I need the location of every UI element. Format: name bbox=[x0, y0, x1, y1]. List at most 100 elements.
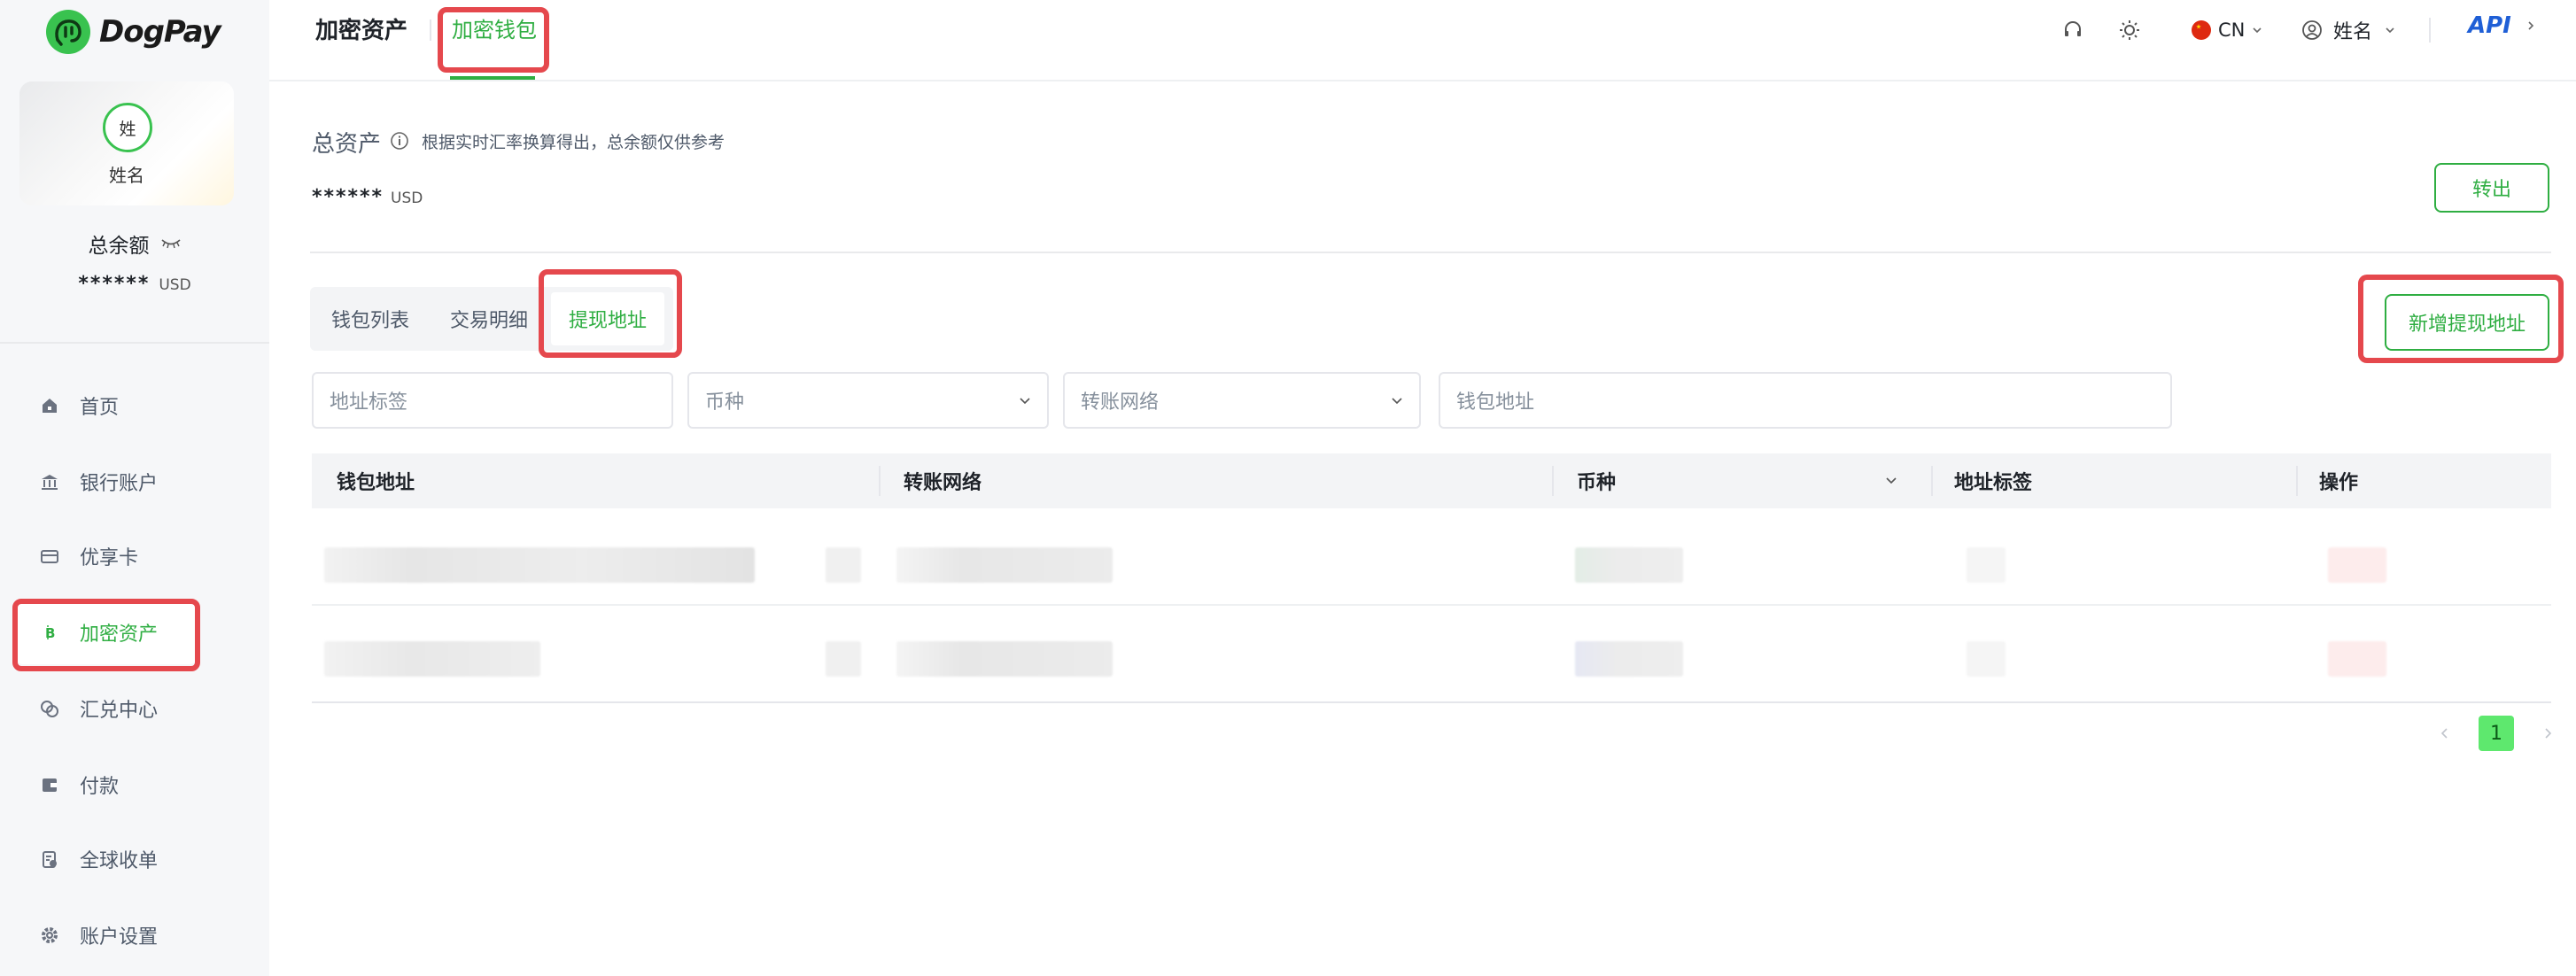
total-assets-value: ****** USD bbox=[312, 186, 423, 208]
sidebar-divider bbox=[0, 342, 269, 344]
sun-icon[interactable] bbox=[2117, 18, 2142, 43]
svg-text:B: B bbox=[45, 625, 55, 641]
headset-icon[interactable] bbox=[2060, 18, 2085, 43]
chevron-down-icon bbox=[2386, 27, 2394, 34]
sidebar-item-crypto-assets[interactable]: B 加密资产 bbox=[16, 600, 197, 664]
balance-label: 总余额 bbox=[88, 235, 150, 258]
coin-placeholder: 币种 bbox=[705, 391, 745, 414]
chevron-right-icon bbox=[2528, 21, 2533, 30]
sidebar-item-label: 账户设置 bbox=[80, 926, 159, 949]
info-icon[interactable] bbox=[390, 131, 409, 151]
sidebar-item-label: 银行账户 bbox=[80, 473, 159, 495]
language-code: CN bbox=[2218, 19, 2246, 41]
copy-icon[interactable] bbox=[826, 547, 861, 583]
redacted-address-label bbox=[1967, 641, 2006, 677]
tab-withdraw-addresses[interactable]: 提现地址 bbox=[551, 292, 665, 345]
balance-value: ****** USD bbox=[0, 273, 269, 295]
sidebar-item-label: 首页 bbox=[80, 397, 120, 419]
redacted-wallet-address bbox=[324, 547, 755, 583]
redacted-wallet-address bbox=[324, 641, 540, 677]
tab-transactions[interactable]: 交易明细 bbox=[432, 292, 546, 345]
receipt-icon bbox=[39, 848, 60, 870]
col-coin[interactable]: 币种 bbox=[1577, 453, 1616, 508]
col-separator bbox=[2296, 466, 2298, 496]
main-content: 总资产 根据实时汇率换算得出，总余额仅供参考 ****** USD 转出 钱包列… bbox=[269, 81, 2576, 976]
wallet-address-input[interactable]: 钱包地址 bbox=[1439, 372, 2172, 429]
brand-logo[interactable]: DogPay bbox=[46, 7, 221, 57]
dog-logo-icon bbox=[46, 10, 90, 54]
col-separator bbox=[1931, 466, 1933, 496]
add-withdraw-address-button[interactable]: 新增提现地址 bbox=[2385, 294, 2549, 351]
copy-icon[interactable] bbox=[826, 641, 861, 677]
network-select[interactable]: 转账网络 bbox=[1063, 372, 1421, 429]
total-assets-label: 总资产 bbox=[312, 131, 382, 158]
china-flag-icon bbox=[2192, 20, 2211, 40]
user-name: 姓名 bbox=[2333, 21, 2373, 43]
prev-page-icon[interactable] bbox=[2427, 716, 2463, 751]
avatar[interactable]: 姓 bbox=[103, 103, 152, 152]
sidebar-item-payment[interactable]: 付款 bbox=[16, 753, 197, 817]
network-placeholder: 转账网络 bbox=[1081, 391, 1160, 414]
profile-name: 姓名 bbox=[109, 165, 144, 186]
sidebar-item-global-acquiring[interactable]: 全球收单 bbox=[16, 827, 197, 891]
nav-crypto-wallet[interactable]: 加密钱包 bbox=[452, 12, 537, 43]
wallet-address-placeholder: 钱包地址 bbox=[1456, 391, 1535, 414]
withdraw-address-table: 钱包地址 转账网络 币种 地址标签 操作 bbox=[312, 453, 2551, 703]
redacted-coin bbox=[1575, 641, 1683, 677]
language-selector[interactable]: CN bbox=[2192, 18, 2262, 43]
wallet-tabs: 钱包列表 交易明细 提现地址 bbox=[310, 287, 674, 351]
wallet-icon bbox=[39, 774, 60, 795]
profile-card[interactable]: 姓 姓名 bbox=[19, 81, 234, 205]
sidebar-item-home[interactable]: 首页 bbox=[16, 374, 197, 438]
table-row bbox=[312, 508, 2551, 606]
topbar-divider bbox=[2429, 18, 2431, 43]
eye-closed-icon[interactable] bbox=[160, 237, 182, 250]
api-label: API bbox=[2468, 12, 2511, 39]
sidebar-item-label: 加密资产 bbox=[80, 624, 159, 646]
redacted-network bbox=[896, 547, 1113, 583]
table-row bbox=[312, 606, 2551, 703]
delete-action[interactable] bbox=[2328, 547, 2386, 583]
chevron-down-icon[interactable] bbox=[1885, 476, 1897, 485]
sidebar-item-exchange-center[interactable]: 汇兑中心 bbox=[16, 677, 197, 740]
sidebar-item-label: 全球收单 bbox=[80, 850, 159, 872]
col-network: 转账网络 bbox=[904, 472, 982, 494]
redacted-network bbox=[896, 641, 1113, 677]
chevron-down-icon bbox=[2253, 27, 2262, 34]
home-icon bbox=[39, 395, 60, 416]
total-assets-currency: USD bbox=[391, 190, 423, 207]
sidebar-item-bank-account[interactable]: 银行账户 bbox=[16, 450, 197, 514]
col-address-label: 地址标签 bbox=[1954, 472, 2033, 494]
pagination: 1 bbox=[2427, 716, 2565, 751]
sidebar: DogPay 姓 姓名 总余额 ****** USD 首页 银行账户 优享卡 B… bbox=[0, 0, 269, 976]
nav-crypto-assets[interactable]: 加密资产 bbox=[315, 12, 407, 45]
total-assets-hint: 根据实时汇率换算得出，总余额仅供参考 bbox=[422, 133, 725, 152]
address-label-input[interactable]: 地址标签 bbox=[312, 372, 673, 429]
tab-wallet-list[interactable]: 钱包列表 bbox=[314, 292, 427, 345]
sidebar-item-label: 付款 bbox=[80, 776, 120, 798]
sidebar-item-label: 优享卡 bbox=[80, 547, 139, 569]
bitcoin-icon: B bbox=[39, 622, 60, 643]
balance-label-row: 总余额 bbox=[0, 229, 269, 259]
user-menu[interactable]: 姓名 bbox=[2301, 18, 2395, 43]
top-bar: 加密资产 加密钱包 CN 姓名 API bbox=[269, 0, 2576, 81]
coin-select[interactable]: 币种 bbox=[687, 372, 1049, 429]
gear-icon bbox=[39, 925, 60, 946]
nav-divider bbox=[430, 19, 431, 41]
chevron-down-icon bbox=[1020, 398, 1030, 405]
delete-action[interactable] bbox=[2328, 641, 2386, 677]
page-number[interactable]: 1 bbox=[2479, 716, 2514, 751]
table-header: 钱包地址 转账网络 币种 地址标签 操作 bbox=[312, 453, 2551, 508]
bank-icon bbox=[39, 471, 60, 492]
sidebar-item-card[interactable]: 优享卡 bbox=[16, 524, 197, 588]
brand-name: DogPay bbox=[99, 14, 221, 50]
redacted-coin bbox=[1575, 547, 1683, 583]
transfer-out-button[interactable]: 转出 bbox=[2434, 163, 2549, 213]
next-page-icon[interactable] bbox=[2530, 716, 2565, 751]
section-divider bbox=[310, 252, 2551, 253]
redacted-address-label bbox=[1967, 547, 2006, 583]
api-link[interactable]: API bbox=[2468, 12, 2536, 39]
col-separator bbox=[1552, 466, 1554, 496]
balance-currency: USD bbox=[159, 276, 191, 294]
sidebar-item-account-settings[interactable]: 账户设置 bbox=[16, 903, 197, 967]
